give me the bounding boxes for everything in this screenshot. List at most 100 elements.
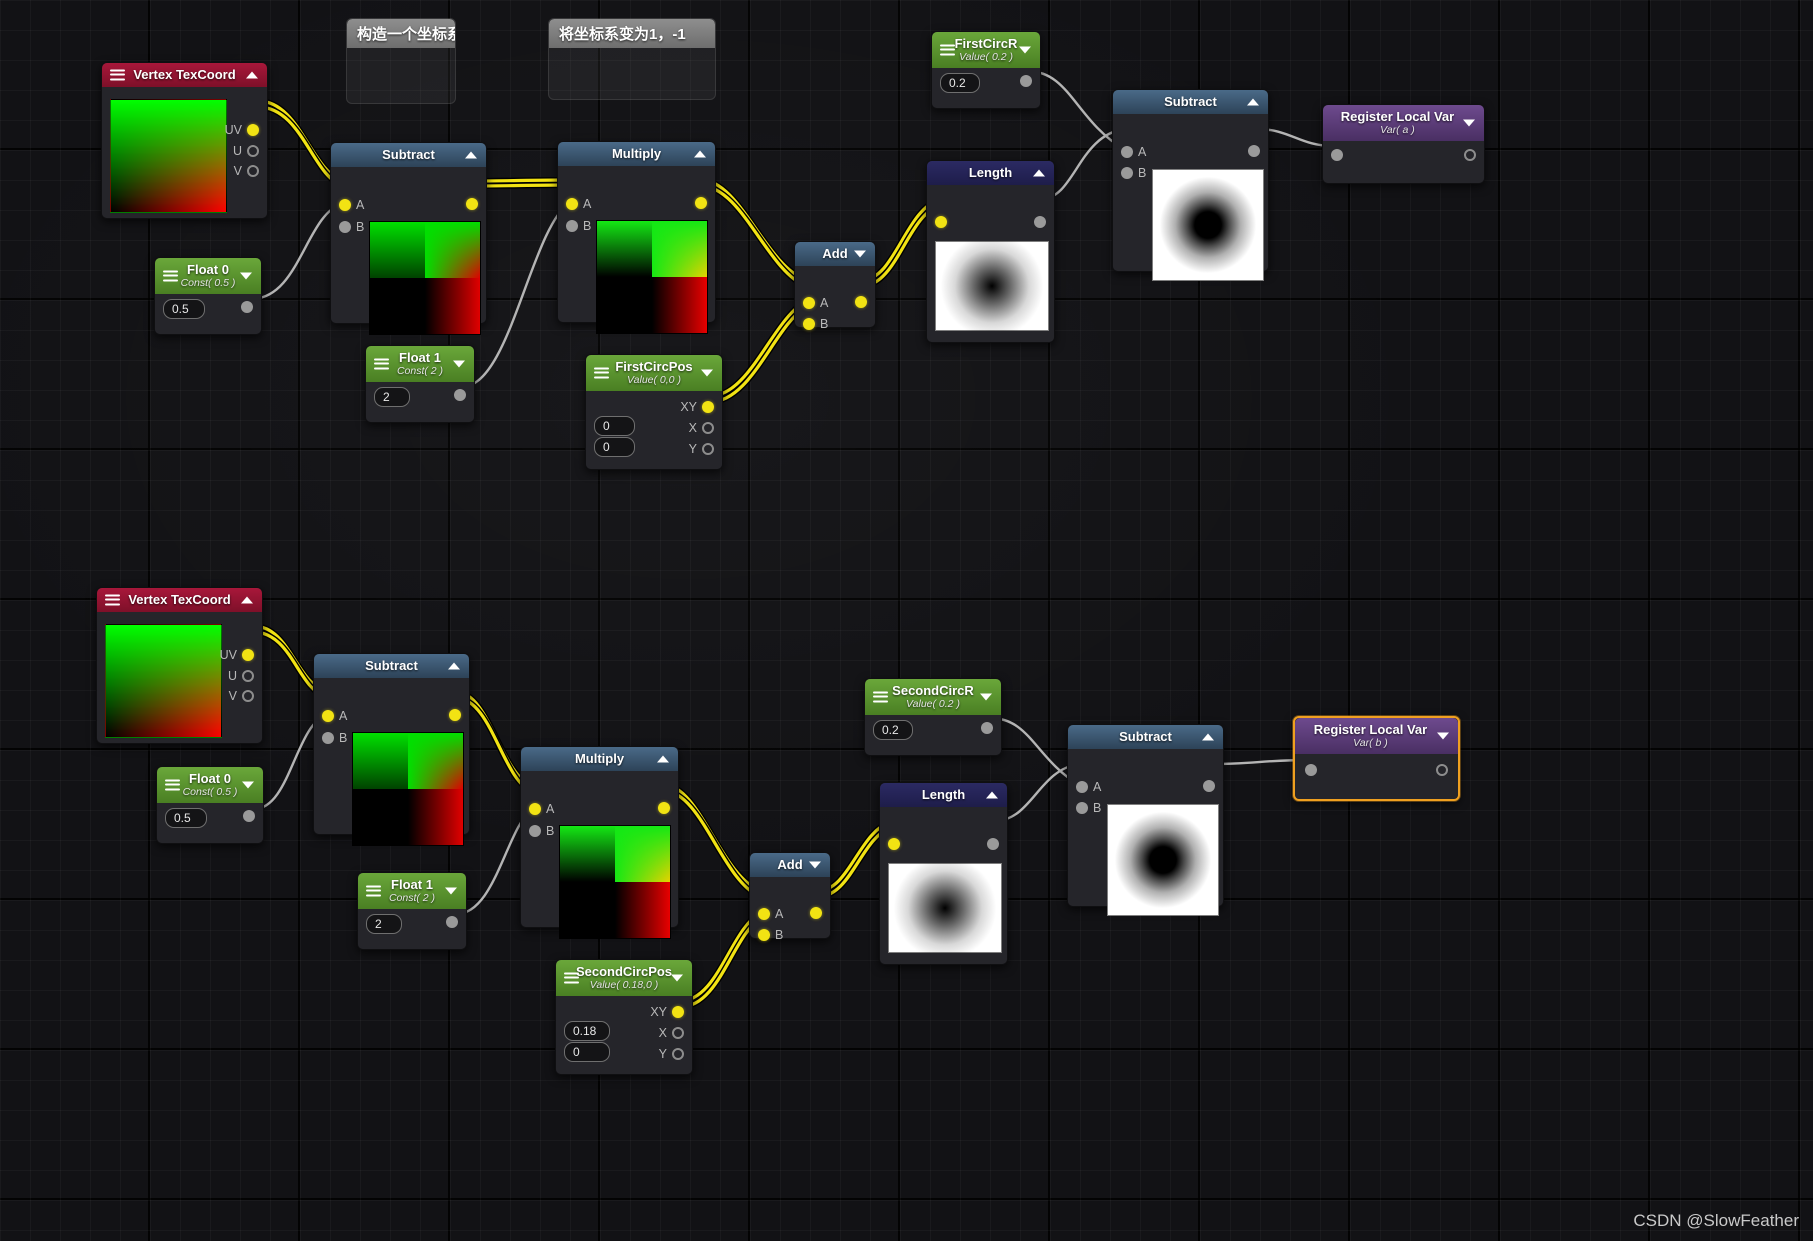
node-second-circ-r[interactable]: SecondCircR Value( 0.2 ) 0.2: [864, 678, 1002, 756]
chevron-down-icon[interactable]: [240, 272, 252, 280]
node-subtract-top-1[interactable]: Subtract A B: [330, 142, 487, 335]
chevron-down-icon[interactable]: [854, 250, 866, 258]
chevron-down-icon[interactable]: [445, 887, 457, 895]
output-pin-u[interactable]: [247, 145, 259, 158]
chevron-down-icon[interactable]: [980, 693, 992, 701]
output-pin[interactable]: [695, 196, 707, 209]
chevron-up-icon[interactable]: [448, 662, 460, 670]
value-input-y[interactable]: 0: [564, 1041, 610, 1062]
node-header[interactable]: Subtract: [1068, 725, 1223, 749]
input-pin[interactable]: [1331, 148, 1343, 161]
node-float-1-bottom[interactable]: Float 1 Const( 2 ) 2: [357, 872, 467, 950]
value-input[interactable]: 0.2: [940, 72, 980, 93]
output-pin-y[interactable]: [672, 1048, 684, 1061]
output-pin-v[interactable]: [247, 165, 259, 178]
input-pin-b[interactable]: [758, 929, 770, 942]
output-pin-xy[interactable]: [702, 401, 714, 414]
node-header[interactable]: Float 1 Const( 2 ): [366, 346, 474, 382]
output-pin[interactable]: [1436, 763, 1448, 776]
node-subtract-bottom-2[interactable]: Subtract A B: [1067, 724, 1224, 916]
node-vertex-texcoord-top[interactable]: Vertex TexCoord UV U V: [101, 62, 268, 219]
node-header[interactable]: Length: [927, 161, 1054, 185]
node-first-circ-pos[interactable]: FirstCircPos Value( 0,0 ) XY X Y 0 0: [585, 354, 723, 470]
node-header[interactable]: SecondCircPos Value( 0.18,0 ): [556, 960, 692, 996]
node-vertex-texcoord-bottom[interactable]: Vertex TexCoord UV U V: [96, 587, 263, 744]
node-first-circ-r[interactable]: FirstCircR Value( 0.2 ) 0.2: [931, 31, 1041, 109]
output-pin[interactable]: [658, 801, 670, 814]
chevron-down-icon[interactable]: [671, 974, 683, 982]
output-pin-uv[interactable]: [247, 124, 259, 137]
input-pin[interactable]: [1305, 763, 1317, 776]
output-pin-uv[interactable]: [242, 649, 254, 662]
hamburger-icon[interactable]: [110, 69, 125, 81]
node-add-top[interactable]: Add A B: [794, 241, 876, 331]
output-pin[interactable]: [1248, 144, 1260, 157]
node-graph-canvas[interactable]: 构造一个坐标系 将坐标系变为1，-1 Vertex TexCoord UV U …: [0, 0, 1813, 1241]
node-header[interactable]: Add: [750, 853, 830, 877]
node-subtract-top-2[interactable]: Subtract A B: [1112, 89, 1269, 281]
node-header[interactable]: Float 1 Const( 2 ): [358, 873, 466, 909]
comment-box-remap-coord-system[interactable]: 将坐标系变为1，-1: [548, 18, 716, 100]
node-header[interactable]: Vertex TexCoord: [102, 63, 267, 87]
node-length-bottom[interactable]: Length: [879, 782, 1008, 965]
output-pin[interactable]: [981, 721, 993, 734]
chevron-up-icon[interactable]: [246, 71, 258, 79]
input-pin-b[interactable]: [1076, 802, 1088, 815]
chevron-down-icon[interactable]: [242, 781, 254, 789]
value-input-y[interactable]: 0: [594, 436, 635, 457]
node-header[interactable]: Add: [795, 242, 875, 266]
output-pin[interactable]: [855, 295, 867, 308]
hamburger-icon[interactable]: [873, 691, 888, 703]
chevron-up-icon[interactable]: [694, 150, 706, 158]
output-pin-xy[interactable]: [672, 1006, 684, 1019]
node-header[interactable]: Register Local Var Var( b ): [1295, 718, 1458, 754]
input-pin-a[interactable]: [1121, 146, 1133, 159]
value-input-x[interactable]: 0: [594, 415, 635, 436]
output-pin[interactable]: [466, 197, 478, 210]
value-input-x[interactable]: 0.18: [564, 1020, 610, 1041]
hamburger-icon[interactable]: [366, 885, 381, 897]
input-pin-a[interactable]: [758, 908, 770, 921]
input-pin-a[interactable]: [566, 198, 578, 211]
node-multiply-bottom[interactable]: Multiply A B: [520, 746, 679, 939]
output-pin-v[interactable]: [242, 690, 254, 703]
node-add-bottom[interactable]: Add A B: [749, 852, 831, 942]
node-header[interactable]: Vertex TexCoord: [97, 588, 262, 612]
float-value-input[interactable]: 2: [374, 386, 410, 407]
chevron-up-icon[interactable]: [986, 791, 998, 799]
input-pin-b[interactable]: [1121, 167, 1133, 180]
input-pin[interactable]: [935, 215, 947, 228]
comment-box-build-coord-system[interactable]: 构造一个坐标系: [346, 18, 456, 104]
output-pin[interactable]: [1203, 779, 1215, 792]
node-header[interactable]: Subtract: [331, 143, 486, 167]
node-subtract-bottom-1[interactable]: Subtract A B: [313, 653, 470, 846]
output-pin[interactable]: [454, 388, 466, 401]
node-header[interactable]: FirstCircR Value( 0.2 ): [932, 32, 1040, 68]
output-pin[interactable]: [241, 300, 253, 313]
node-header[interactable]: Register Local Var Var( a ): [1323, 105, 1484, 141]
float-value-input[interactable]: 0.5: [165, 807, 207, 828]
chevron-down-icon[interactable]: [701, 369, 713, 377]
input-pin-a[interactable]: [322, 710, 334, 723]
chevron-up-icon[interactable]: [657, 755, 669, 763]
value-input[interactable]: 0.2: [873, 719, 913, 740]
node-header[interactable]: Float 0 Const( 0.5 ): [157, 767, 263, 803]
output-pin[interactable]: [987, 837, 999, 850]
output-pin[interactable]: [1020, 74, 1032, 87]
chevron-up-icon[interactable]: [1247, 98, 1259, 106]
input-pin-b[interactable]: [339, 221, 351, 234]
float-value-input[interactable]: 2: [366, 913, 402, 934]
input-pin-a[interactable]: [529, 803, 541, 816]
output-pin[interactable]: [243, 809, 255, 822]
chevron-down-icon[interactable]: [453, 360, 465, 368]
hamburger-icon[interactable]: [564, 972, 579, 984]
node-header[interactable]: Subtract: [1113, 90, 1268, 114]
chevron-up-icon[interactable]: [1202, 733, 1214, 741]
node-header[interactable]: Subtract: [314, 654, 469, 678]
output-pin[interactable]: [449, 708, 461, 721]
node-register-local-var-b[interactable]: Register Local Var Var( b ): [1293, 716, 1460, 801]
node-register-local-var-a[interactable]: Register Local Var Var( a ): [1322, 104, 1485, 184]
output-pin[interactable]: [810, 906, 822, 919]
node-multiply-top[interactable]: Multiply A B: [557, 141, 716, 334]
node-length-top[interactable]: Length: [926, 160, 1055, 343]
